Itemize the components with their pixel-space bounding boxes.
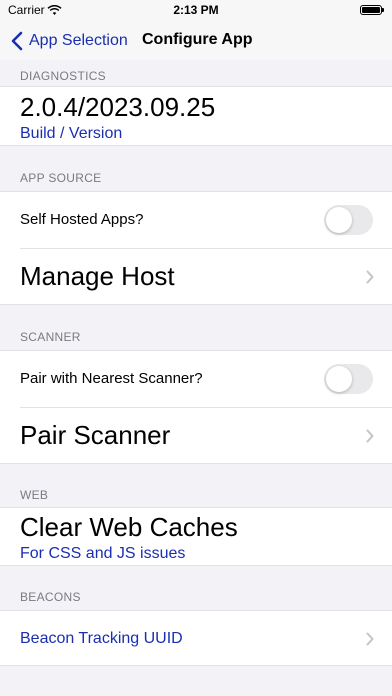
section-header-beacons: BEACONS xyxy=(20,590,81,604)
section-header-app-source: APP SOURCE xyxy=(20,171,102,185)
back-button[interactable]: App Selection xyxy=(10,30,128,52)
chevron-right-icon xyxy=(366,429,374,443)
status-bar: Carrier 2:13 PM xyxy=(0,0,392,22)
version-value: 2.0.4/2023.09.25 xyxy=(20,92,216,122)
battery-icon xyxy=(360,5,384,15)
toggle-knob xyxy=(326,207,352,233)
back-button-label: App Selection xyxy=(29,32,128,49)
pair-nearest-row: Pair with Nearest Scanner? xyxy=(0,351,392,407)
version-caption: Build / Version xyxy=(20,125,123,142)
clear-caches-label: Clear Web Caches xyxy=(20,512,238,542)
pair-nearest-toggle[interactable] xyxy=(324,364,373,394)
pair-nearest-label: Pair with Nearest Scanner? xyxy=(20,370,203,387)
navigation-bar: App Selection Configure App xyxy=(0,22,392,60)
manage-host-row[interactable]: Manage Host xyxy=(0,249,392,305)
section-header-web: WEB xyxy=(20,488,49,502)
toggle-knob xyxy=(326,366,352,392)
scroll-continuation xyxy=(0,688,392,696)
self-hosted-row: Self Hosted Apps? xyxy=(0,192,392,248)
chevron-right-icon xyxy=(366,270,374,284)
self-hosted-toggle[interactable] xyxy=(324,205,373,235)
beacon-uuid-row[interactable]: Beacon Tracking UUID xyxy=(0,610,392,666)
chevron-right-icon xyxy=(366,632,374,646)
app-source-group: Self Hosted Apps? Manage Host xyxy=(0,191,392,305)
beacon-uuid-label: Beacon Tracking UUID xyxy=(20,630,183,647)
chevron-left-icon xyxy=(11,31,23,51)
manage-host-label: Manage Host xyxy=(20,261,175,291)
clear-caches-caption: For CSS and JS issues xyxy=(20,545,186,562)
pair-scanner-row[interactable]: Pair Scanner xyxy=(0,408,392,464)
section-header-diagnostics: DIAGNOSTICS xyxy=(20,69,106,83)
scanner-group: Pair with Nearest Scanner? Pair Scanner xyxy=(0,350,392,464)
status-time: 2:13 PM xyxy=(173,3,219,17)
page-title: Configure App xyxy=(142,31,253,48)
clear-caches-row[interactable]: Clear Web Caches For CSS and JS issues xyxy=(0,507,392,566)
pair-scanner-label: Pair Scanner xyxy=(20,420,171,450)
diagnostics-group: 2.0.4/2023.09.25 Build / Version xyxy=(0,86,392,146)
self-hosted-label: Self Hosted Apps? xyxy=(20,211,144,228)
section-header-scanner: SCANNER xyxy=(20,330,81,344)
